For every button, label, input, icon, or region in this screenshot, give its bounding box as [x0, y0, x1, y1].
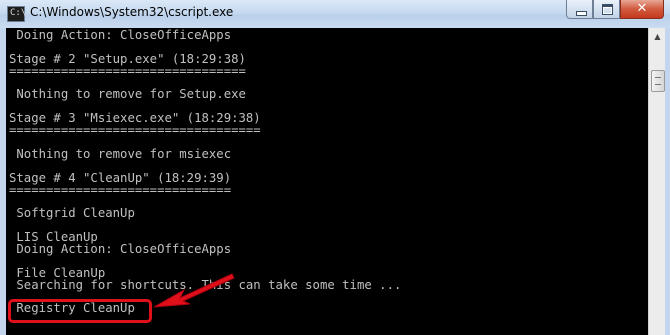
- maximize-icon: [602, 4, 613, 15]
- maximize-button[interactable]: [593, 0, 620, 19]
- window-title: C:\Windows\System32\cscript.exe: [30, 5, 234, 19]
- close-icon: ✕: [636, 1, 648, 16]
- scrollbar-thumb[interactable]: [651, 70, 665, 92]
- console-line: Nothing to remove for Setup.exe: [9, 87, 246, 102]
- console-line: Softgrid CleanUp: [9, 206, 135, 221]
- console-line: Doing Action: CloseOfficeApps: [9, 28, 232, 42]
- console-line: ==================================: [9, 123, 261, 138]
- minimize-button[interactable]: [566, 0, 593, 19]
- minimize-icon: [576, 11, 587, 16]
- annotation-highlight-box: [8, 299, 152, 323]
- console-app-icon[interactable]: C:\: [7, 6, 27, 22]
- console-line: Doing Action: CloseOfficeApps: [9, 242, 232, 257]
- console-window: C:\ C:\Windows\System32\cscript.exe ✕ Do…: [0, 0, 670, 335]
- title-bar[interactable]: C:\ C:\Windows\System32\cscript.exe ✕: [0, 0, 670, 29]
- annotation-arrow-icon: [153, 273, 235, 308]
- console-app-icon-text: C:\: [10, 8, 27, 18]
- vertical-scrollbar[interactable]: ▲: [648, 28, 666, 335]
- console-line: ==============================: [9, 182, 232, 197]
- console-line: ================================: [9, 63, 246, 78]
- close-button[interactable]: ✕: [620, 0, 664, 19]
- scroll-up-arrow-icon[interactable]: ▲: [649, 28, 666, 45]
- window-frame-right: [665, 28, 670, 335]
- console-output[interactable]: Doing Action: CloseOfficeApps Stage # 2 "…: [6, 28, 648, 335]
- console-line: Nothing to remove for msiexec: [9, 146, 232, 161]
